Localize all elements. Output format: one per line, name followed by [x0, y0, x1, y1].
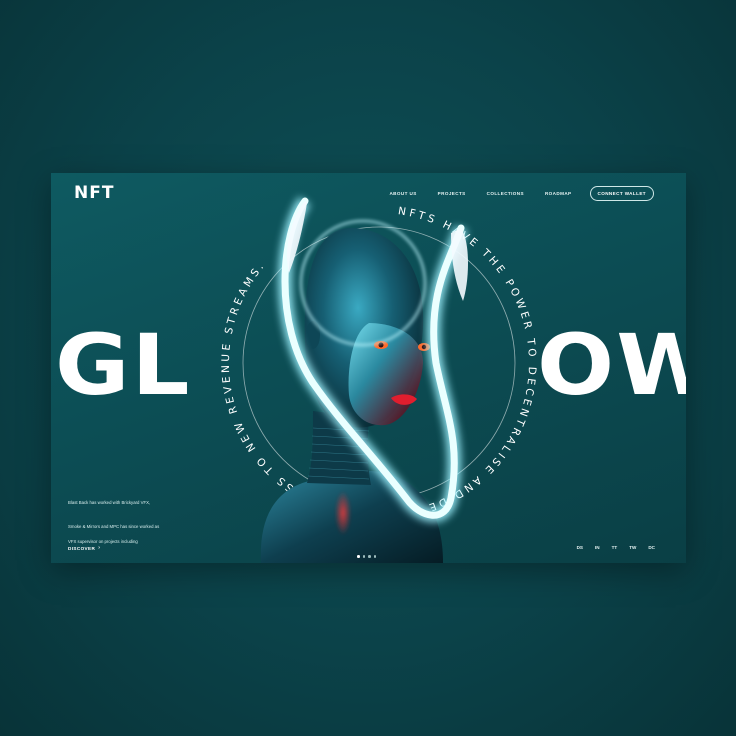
social-link-dc[interactable]: DC: [648, 545, 655, 550]
description-line-1: Blast Back has worked with Brickyard VFX…: [68, 500, 151, 505]
slider-dot-1[interactable]: [357, 555, 360, 558]
website-mockup: NFT ABOUT US PROJECTS COLLECTIONS ROADMA…: [51, 173, 686, 563]
discover-label: DISCOVER: [68, 545, 96, 551]
slider-dot-3[interactable]: [368, 555, 371, 558]
slider-dot-4[interactable]: [373, 555, 376, 558]
arrow-right-icon: ›: [98, 545, 101, 551]
social-link-in[interactable]: IN: [595, 545, 600, 550]
discover-link[interactable]: DISCOVER ›: [68, 545, 100, 551]
social-link-tt[interactable]: TT: [612, 545, 618, 550]
social-link-tw[interactable]: TW: [629, 545, 636, 550]
slider-dot-2[interactable]: [362, 555, 365, 558]
social-link-ds[interactable]: DS: [577, 545, 583, 550]
description-line-2: Smoke & Mirrors and MPC has since worked…: [68, 524, 160, 529]
slider-pagination: [357, 555, 376, 558]
hero-description: Blast Back has worked with Brickyard VFX…: [68, 500, 188, 549]
social-links: DS IN TT TW DC: [565, 545, 655, 550]
